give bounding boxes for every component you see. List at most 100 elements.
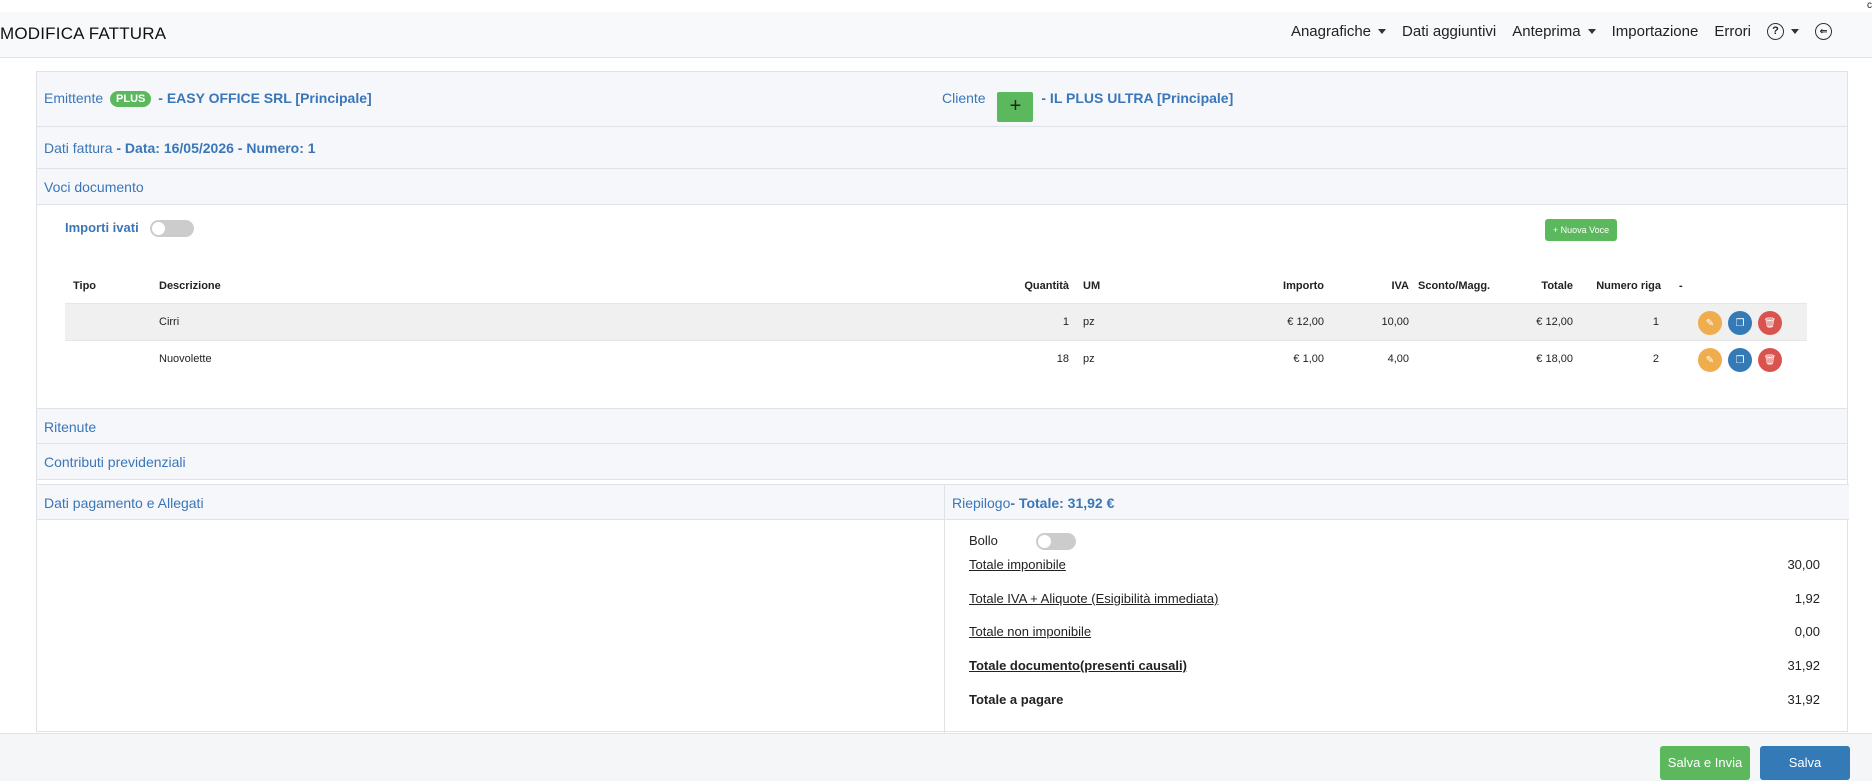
- salva-invia-button[interactable]: Salva e Invia: [1660, 746, 1750, 780]
- nav-anagrafiche-label: Anagrafiche: [1290, 23, 1372, 40]
- col-tipo: Tipo: [73, 280, 97, 292]
- cell-um: pz: [1083, 353, 1095, 365]
- voci-table: Tipo Descrizione Quantità UM Importo IVA…: [65, 268, 1807, 379]
- cell-importo: € 12,00: [1287, 316, 1324, 328]
- emittente-header[interactable]: Emittente PLUS - EASY OFFICE SRL [Princi…: [44, 90, 372, 107]
- voci-documento-header[interactable]: Voci documento: [37, 169, 1847, 205]
- help-icon: ?: [1767, 23, 1784, 40]
- contributi-section[interactable]: Contributi previdenziali: [37, 444, 1847, 480]
- nav-importazione-label: Importazione: [1611, 23, 1699, 40]
- copy-row-button[interactable]: ❐: [1728, 311, 1752, 335]
- pencil-icon: ✎: [1705, 354, 1715, 366]
- col-totale: Totale: [1541, 280, 1573, 292]
- riepilogo-row-label[interactable]: Totale non imponibile: [969, 624, 1091, 639]
- cell-importo: € 1,00: [1293, 353, 1324, 365]
- cell-descrizione: Cirri: [159, 316, 180, 328]
- parties-section: Emittente PLUS - EASY OFFICE SRL [Princi…: [37, 72, 1847, 127]
- back-button[interactable]: ⇐: [1815, 23, 1832, 40]
- cliente-name: - IL PLUS ULTRA [Principale]: [1041, 90, 1234, 106]
- riepilogo-row: Totale IVA + Aliquote (Esigibilità immed…: [969, 591, 1820, 606]
- riepilogo-row: Totale non imponibile 0,00: [969, 624, 1820, 639]
- riepilogo-row-value: 31,92: [1787, 692, 1820, 707]
- cliente-header[interactable]: Cliente + - IL PLUS ULTRA [Principale]: [942, 90, 1233, 122]
- delete-row-button[interactable]: 🗑: [1758, 311, 1782, 335]
- nav-anagrafiche[interactable]: Anagrafiche: [1290, 23, 1387, 40]
- importi-ivati: Importi ivati: [65, 220, 195, 238]
- nav-dati-aggiuntivi-label: Dati aggiuntivi: [1402, 23, 1497, 40]
- footer-bar: Salva e Invia Salva: [0, 733, 1872, 781]
- nav-dati-aggiuntivi[interactable]: Dati aggiuntivi: [1402, 23, 1496, 40]
- table-row: Cirri 1 pz € 12,00 10,00 € 12,00 1 ✎ ❐ 🗑: [65, 303, 1807, 341]
- riepilogo-row: Totale a pagare 31,92: [969, 692, 1820, 707]
- dati-fattura-value: - Data: 16/05/2026 - Numero: 1: [116, 140, 316, 156]
- col-importo: Importo: [1283, 280, 1324, 292]
- riepilogo-row-label[interactable]: Totale documento(presenti causali): [969, 658, 1187, 673]
- table-header-row: Tipo Descrizione Quantità UM Importo IVA…: [65, 268, 1807, 303]
- help-menu[interactable]: ?: [1767, 23, 1799, 40]
- riepilogo-row: Totale documento(presenti causali) 31,92: [969, 658, 1820, 673]
- chevron-down-icon: [1587, 29, 1596, 34]
- top-nav-menu: Anagrafiche Dati aggiuntivi Anteprima Im…: [1275, 23, 1832, 40]
- cell-iva: 10,00: [1381, 316, 1409, 328]
- dati-fattura-section[interactable]: Dati fattura - Data: 16/05/2026 - Numero…: [37, 127, 1847, 169]
- dati-pagamento-section[interactable]: Dati pagamento e Allegati: [37, 484, 944, 520]
- cell-totale: € 12,00: [1536, 316, 1573, 328]
- bollo-label: Bollo: [969, 533, 998, 548]
- riepilogo-row: Totale imponibile 30,00: [969, 557, 1820, 572]
- riepilogo-row-label[interactable]: Totale IVA + Aliquote (Esigibilità immed…: [969, 591, 1218, 606]
- cell-quantita: 18: [1056, 353, 1069, 365]
- plus-badge: PLUS: [110, 91, 152, 107]
- nav-errori[interactable]: Errori: [1714, 23, 1751, 40]
- dati-fattura-label: Dati fattura: [44, 140, 113, 156]
- riepilogo-row-value: 0,00: [1794, 624, 1820, 639]
- bollo-toggle[interactable]: [1035, 533, 1076, 551]
- delete-row-button[interactable]: 🗑: [1758, 348, 1782, 372]
- contributi-label: Contributi previdenziali: [44, 454, 186, 470]
- dati-pagamento-label: Dati pagamento e Allegati: [44, 495, 204, 511]
- salva-button[interactable]: Salva: [1760, 746, 1850, 780]
- top-navbar: MODIFICA FATTURA Anagrafiche Dati aggiun…: [0, 12, 1872, 58]
- invoice-panel: Emittente PLUS - EASY OFFICE SRL [Princi…: [36, 71, 1849, 733]
- emittente-label: Emittente: [44, 90, 104, 106]
- cell-quantita: 1: [1062, 316, 1069, 328]
- riepilogo-section-header[interactable]: Riepilogo- Totale: 31,92 €: [944, 484, 1849, 520]
- riepilogo-row-label: Totale a pagare: [969, 692, 1064, 707]
- col-descrizione: Descrizione: [159, 280, 221, 292]
- voci-documento-label: Voci documento: [44, 179, 144, 195]
- importi-ivati-label: Importi ivati: [65, 220, 139, 235]
- cell-iva: 4,00: [1387, 353, 1409, 365]
- col-numero-riga: Numero riga: [1596, 280, 1661, 292]
- ritenute-section[interactable]: Ritenute: [37, 408, 1847, 444]
- corner-mark: c: [1867, 0, 1872, 11]
- cliente-label: Cliente: [942, 90, 986, 106]
- trash-icon: 🗑: [1763, 317, 1777, 329]
- cell-descrizione: Nuovolette: [159, 353, 212, 365]
- nav-anteprima[interactable]: Anteprima: [1512, 23, 1596, 40]
- cell-numero-riga: 2: [1652, 353, 1659, 365]
- chevron-down-icon: [1378, 29, 1387, 34]
- nav-importazione[interactable]: Importazione: [1612, 23, 1699, 40]
- chevron-down-icon: [1791, 29, 1799, 34]
- edit-row-button[interactable]: ✎: [1698, 311, 1722, 335]
- emittente-name: - EASY OFFICE SRL [Principale]: [158, 90, 372, 106]
- bollo-row: Bollo: [969, 533, 1820, 551]
- cell-totale: € 18,00: [1536, 353, 1573, 365]
- importi-ivati-toggle[interactable]: [150, 220, 195, 238]
- col-sconto: Sconto/Magg.: [1418, 280, 1491, 292]
- add-cliente-button[interactable]: +: [997, 92, 1034, 122]
- copy-row-button[interactable]: ❐: [1728, 348, 1752, 372]
- trash-icon: 🗑: [1763, 354, 1777, 366]
- col-azioni: -: [1679, 280, 1683, 292]
- col-iva: IVA: [1391, 280, 1409, 292]
- ritenute-label: Ritenute: [44, 419, 97, 435]
- copy-icon: ❐: [1735, 354, 1745, 366]
- page-title: MODIFICA FATTURA: [0, 24, 167, 43]
- pencil-icon: ✎: [1705, 317, 1715, 329]
- nuova-voce-button[interactable]: + Nuova Voce: [1545, 219, 1617, 241]
- edit-row-button[interactable]: ✎: [1698, 348, 1722, 372]
- riepilogo-row-label[interactable]: Totale imponibile: [969, 557, 1066, 572]
- col-quantita: Quantità: [1024, 280, 1069, 292]
- cell-numero-riga: 1: [1652, 316, 1659, 328]
- nav-errori-label: Errori: [1714, 23, 1751, 40]
- riepilogo-label: Riepilogo: [952, 495, 1011, 511]
